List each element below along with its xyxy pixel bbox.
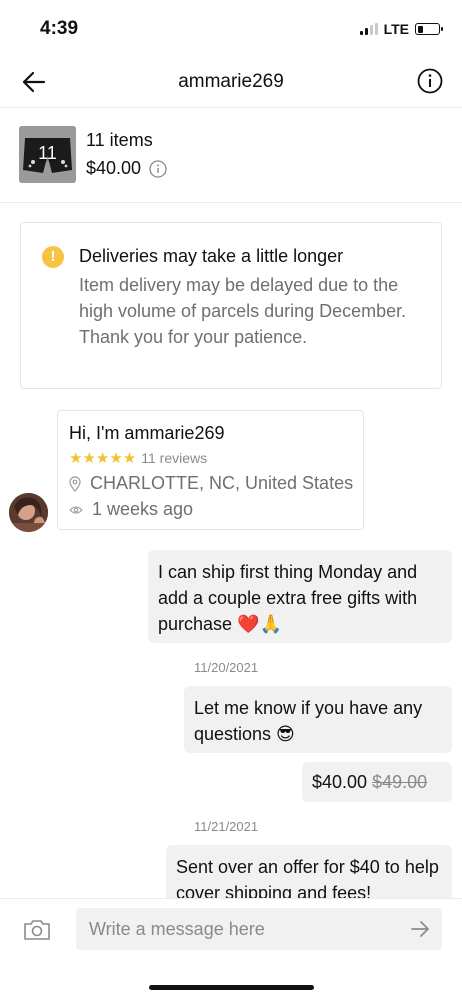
exclamation-icon: !	[42, 246, 64, 268]
send-button[interactable]	[410, 919, 430, 939]
message-bubble: I can ship first thing Monday and add a …	[148, 550, 452, 643]
delivery-notice: ! Deliveries may take a little longer It…	[20, 222, 442, 389]
profile-rating: ★★★★★ 11 reviews	[69, 449, 207, 467]
info-circle-icon[interactable]	[149, 159, 167, 178]
network-label: LTE	[383, 21, 409, 37]
home-indicator[interactable]	[149, 985, 314, 990]
arrow-right-icon	[411, 921, 429, 937]
profile-last-seen-row: 1 weeks ago	[69, 499, 193, 520]
status-time: 4:39	[40, 18, 79, 39]
page-title: ammarie269	[178, 71, 284, 92]
message-timestamp: 11/21/2021	[194, 819, 259, 834]
item-price-row: $40.00	[86, 158, 167, 179]
conversation-header: ammarie269	[0, 56, 462, 108]
message-text: Sent over an offer for $40 to help cover…	[176, 857, 439, 903]
offer-bubble[interactable]: $40.00 $49.00	[302, 762, 452, 802]
message-timestamp: 11/20/2021	[194, 660, 259, 675]
location-pin-icon	[69, 475, 81, 492]
status-indicators: LTE	[359, 21, 443, 37]
profile-card[interactable]: Hi, I'm ammarie269 ★★★★★ 11 reviews CHAR…	[57, 410, 364, 530]
item-thumbnail: 11	[19, 126, 76, 183]
info-button[interactable]	[417, 68, 443, 94]
notice-body: Item delivery may be delayed due to the …	[79, 275, 407, 347]
signal-icon	[359, 23, 378, 35]
avatar[interactable]	[9, 493, 48, 532]
status-bar: 4:39 LTE	[0, 0, 462, 56]
message-text: I can ship first thing Monday and add a …	[158, 562, 418, 634]
battery-icon	[415, 23, 443, 35]
item-price: $40.00	[86, 158, 142, 178]
item-summary[interactable]: 11 11 items $40.00	[0, 108, 462, 203]
profile-location: CHARLOTTE, NC, United States	[90, 473, 354, 493]
profile-location-row: CHARLOTTE, NC, United States	[69, 473, 353, 494]
camera-icon	[24, 920, 50, 940]
offer-price: $40.00	[312, 772, 368, 792]
profile-greeting: Hi, I'm ammarie269	[69, 423, 225, 443]
item-count: 11 items	[86, 130, 153, 150]
camera-button[interactable]	[23, 918, 51, 942]
message-input[interactable]	[76, 908, 442, 950]
original-price: $49.00	[372, 772, 428, 792]
avatar-image	[9, 493, 48, 532]
review-count: 11 reviews	[141, 450, 208, 466]
message-text: Let me know if you have any questions 😎	[194, 698, 423, 744]
battery-level	[417, 25, 424, 33]
message-bubble: Let me know if you have any questions 😎	[184, 686, 452, 753]
thumbnail-badge: 11	[38, 143, 57, 163]
notice-title: Deliveries may take a little longer	[79, 246, 344, 266]
star-rating: ★★★★★	[69, 450, 137, 467]
info-circle-icon	[417, 68, 443, 94]
profile-last-seen: 1 weeks ago	[92, 499, 194, 519]
eye-icon	[69, 505, 83, 514]
